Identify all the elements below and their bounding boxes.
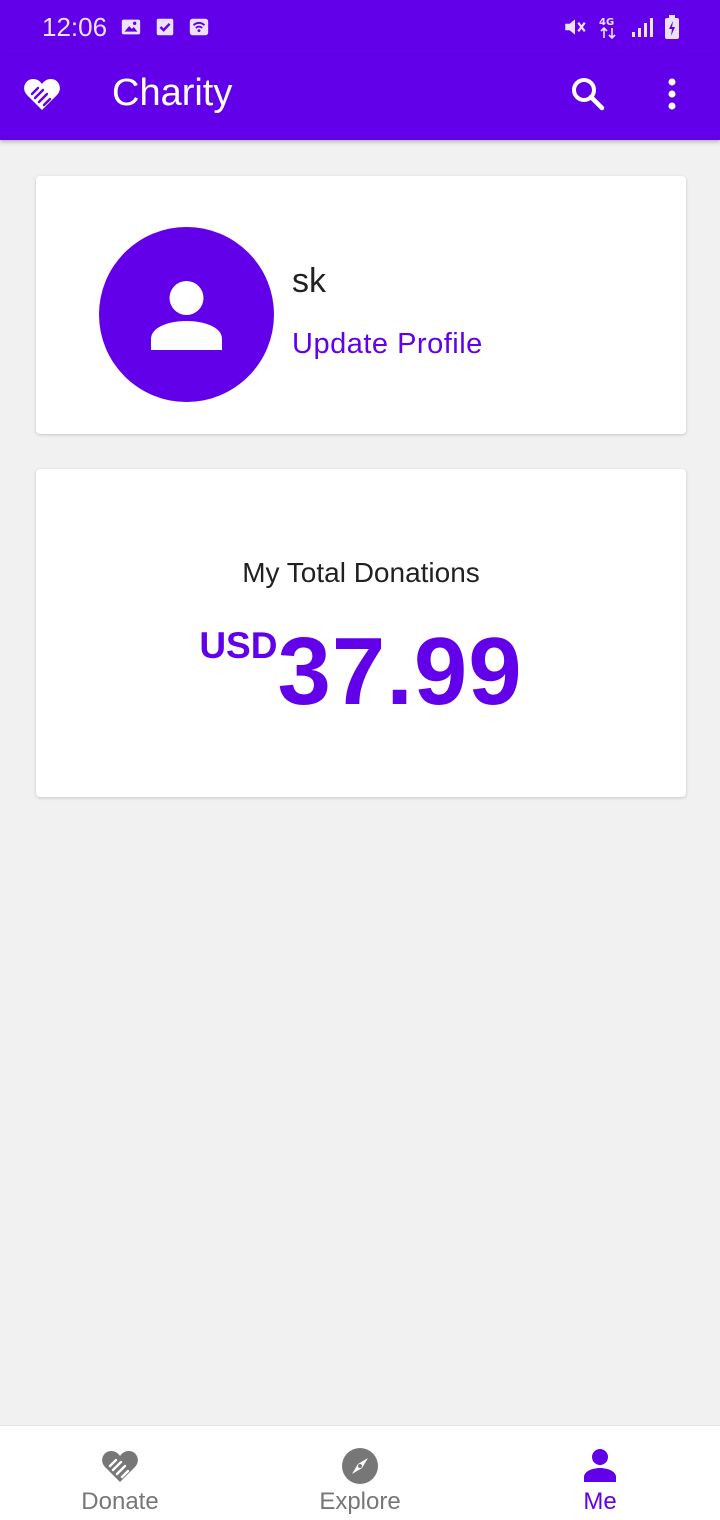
bottom-nav: Donate Explore Me	[0, 1425, 720, 1520]
heart-handshake-icon	[102, 1451, 138, 1482]
4g-icon: 4G	[599, 17, 616, 40]
signal-icon	[632, 18, 653, 37]
person-icon	[584, 1449, 616, 1482]
status-left-icons	[120, 16, 210, 38]
person-icon	[151, 281, 222, 350]
search-icon[interactable]	[568, 74, 608, 114]
profile-card: sk Update Profile	[36, 176, 686, 434]
nav-me[interactable]: Me	[480, 1426, 720, 1520]
heart-handshake-icon	[24, 79, 60, 110]
status-bar: 12:06 4G	[0, 0, 720, 56]
battery-icon	[665, 15, 679, 39]
more-vert-icon[interactable]	[654, 74, 690, 114]
nav-donate[interactable]: Donate	[0, 1426, 240, 1520]
profile-name: sk	[292, 262, 326, 300]
nav-me-label: Me	[583, 1488, 617, 1515]
avatar[interactable]	[99, 227, 274, 402]
status-right-icons: 4G	[562, 14, 680, 40]
mute-icon	[565, 19, 586, 35]
app-bar: Charity	[0, 56, 720, 140]
nav-donate-label: Donate	[81, 1488, 159, 1515]
donations-card: My Total Donations USD37.99	[36, 469, 686, 797]
image-icon	[121, 19, 141, 35]
donation-currency: USD	[199, 625, 278, 666]
wifi-icon	[189, 18, 209, 36]
svg-text:4G: 4G	[599, 17, 614, 28]
app-title: Charity	[112, 72, 233, 114]
donation-value: 37.99	[277, 618, 523, 725]
status-time: 12:06	[42, 12, 108, 42]
checkbox-icon	[156, 18, 174, 36]
donation-amount: USD37.99	[36, 617, 686, 727]
update-profile-link[interactable]: Update Profile	[292, 328, 483, 361]
nav-explore[interactable]: Explore	[240, 1426, 480, 1520]
nav-explore-label: Explore	[319, 1488, 401, 1515]
donations-title: My Total Donations	[242, 557, 480, 588]
compass-icon	[342, 1448, 378, 1484]
